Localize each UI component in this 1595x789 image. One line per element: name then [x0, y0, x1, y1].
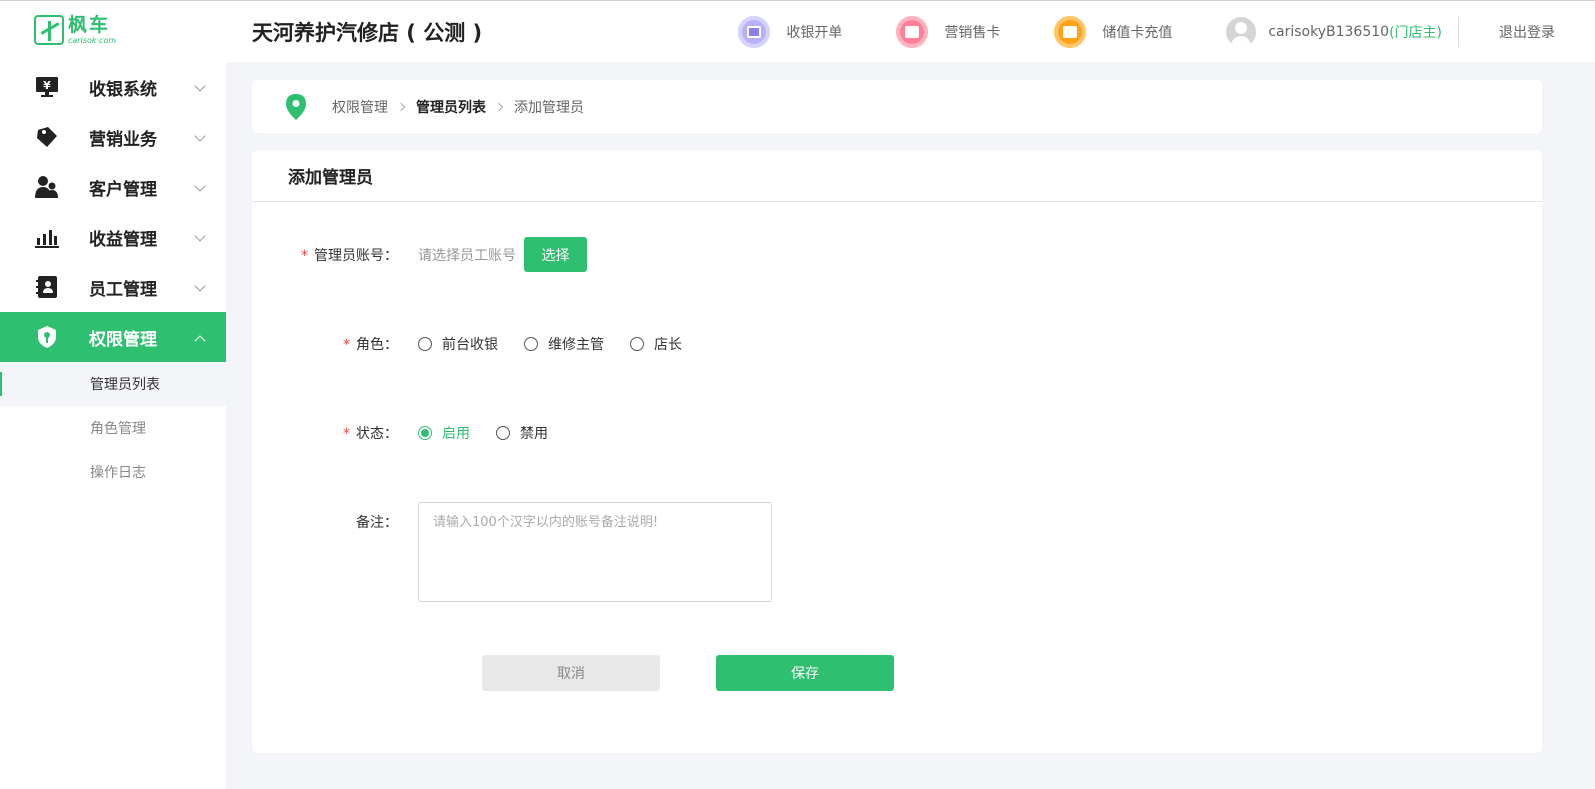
required-mark: *: [343, 337, 350, 353]
breadcrumb-permissions[interactable]: 权限管理: [332, 97, 388, 117]
status-radio-group: 启用 禁用: [418, 423, 574, 443]
svg-text:¥: ¥: [43, 79, 51, 92]
remark-row: 备注： 请输入100个汉字以内的账号备注说明!: [252, 502, 772, 602]
sidebar-item-customers[interactable]: 客户管理: [0, 162, 226, 212]
radio-circle-icon: [418, 337, 432, 351]
location-pin-icon: [286, 93, 306, 120]
breadcrumb-admin-list[interactable]: 管理员列表: [416, 97, 486, 117]
chevron-right-icon: [396, 102, 406, 111]
account-placeholder[interactable]: 请选择员工账号: [418, 245, 516, 265]
bar-chart-icon: [35, 226, 59, 248]
chevron-down-icon: [194, 80, 206, 92]
radio-circle-icon: [496, 426, 510, 440]
choose-account-button[interactable]: 选择: [524, 237, 587, 272]
sidebar: ¥ 收银系统 营销业务 客户管理 收益管理 员工管理 权限管理 管理员列表 角色…: [0, 62, 226, 789]
breadcrumb-add-admin: 添加管理员: [514, 99, 584, 116]
role-radio-repair-supervisor[interactable]: 维修主管: [524, 334, 604, 354]
status-row: * 状态： 启用 禁用: [252, 423, 574, 443]
form-title: 添加管理员: [252, 150, 1542, 202]
chevron-down-icon: [194, 280, 206, 292]
sidebar-item-staff[interactable]: 员工管理: [0, 262, 226, 312]
cashier-monitor-icon: ¥: [35, 76, 59, 98]
user-name: carisokyB136510: [1268, 23, 1390, 40]
role-radio-cashier[interactable]: 前台收银: [418, 334, 498, 354]
store-title: 天河养护汽修店 ( 公测 ): [252, 21, 483, 45]
chevron-down-icon: [194, 230, 206, 242]
cashier-order-icon: [738, 15, 771, 48]
chevron-up-icon: [194, 335, 206, 347]
sell-card-button[interactable]: 营销售卡: [896, 15, 1000, 48]
top-header: 枫车 carisok·com 天河养护汽修店 ( 公测 ) 收银开单 营销售卡 …: [0, 1, 1595, 62]
sidebar-item-marketing[interactable]: 营销业务: [0, 112, 226, 162]
status-label: 状态：: [356, 426, 398, 442]
header-actions: 收银开单 营销售卡 储值卡充值 carisokyB136510 (门店主) 退出…: [738, 1, 1595, 62]
sidebar-item-cashier[interactable]: ¥ 收银系统: [0, 62, 226, 112]
brand-name: 枫车: [68, 13, 111, 36]
radio-circle-icon: [630, 337, 644, 351]
status-radio-enabled[interactable]: 启用: [418, 423, 470, 443]
radio-checked-icon: [418, 426, 432, 440]
sidebar-item-permissions[interactable]: 权限管理: [0, 312, 226, 362]
account-row: * 管理员账号： 请选择员工账号 选择: [252, 237, 587, 272]
required-mark: *: [301, 247, 308, 264]
save-button[interactable]: 保存: [716, 655, 894, 691]
cashier-order-button[interactable]: 收银开单: [738, 15, 842, 48]
customers-icon: [35, 176, 59, 198]
chevron-right-icon: [494, 102, 504, 111]
user-profile[interactable]: carisokyB136510 (门店主): [1226, 16, 1442, 47]
sidebar-subitem-role-management[interactable]: 角色管理: [0, 406, 226, 450]
header-divider: [1458, 16, 1459, 47]
role-row: * 角色： 前台收银 维修主管 店长: [252, 334, 708, 354]
recharge-card-icon: [1054, 15, 1087, 48]
shield-key-icon: [35, 326, 59, 348]
required-mark: *: [343, 426, 350, 442]
role-radio-group: 前台收银 维修主管 店长: [418, 334, 708, 354]
remark-textarea[interactable]: 请输入100个汉字以内的账号备注说明!: [418, 502, 772, 602]
role-label: 角色：: [356, 337, 398, 353]
role-radio-store-manager[interactable]: 店长: [630, 334, 682, 354]
logout-button[interactable]: 退出登录: [1499, 22, 1555, 42]
avatar-icon: [1226, 16, 1257, 47]
account-label: 管理员账号：: [314, 247, 398, 264]
add-admin-form: 添加管理员 * 管理员账号： 请选择员工账号 选择 * 角色： 前台收银 维修主管 …: [252, 150, 1542, 753]
recharge-card-button[interactable]: 储值卡充值: [1054, 15, 1172, 48]
remark-label: 备注：: [356, 515, 398, 531]
tag-icon: [35, 126, 59, 148]
sidebar-subitem-admin-list[interactable]: 管理员列表: [0, 362, 226, 406]
radio-circle-icon: [524, 337, 538, 351]
sidebar-item-revenue[interactable]: 收益管理: [0, 212, 226, 262]
windmill-logo-icon: [34, 15, 64, 45]
brand-logo[interactable]: 枫车 carisok·com: [34, 15, 116, 45]
breadcrumb: 权限管理 管理员列表 添加管理员: [252, 80, 1542, 133]
brand-domain: carisok·com: [68, 35, 117, 45]
chevron-down-icon: [194, 180, 206, 192]
sell-card-icon: [896, 15, 929, 48]
chevron-down-icon: [194, 130, 206, 142]
user-role: (门店主): [1389, 24, 1442, 41]
sidebar-subitem-operation-log[interactable]: 操作日志: [0, 450, 226, 494]
status-radio-disabled[interactable]: 禁用: [496, 423, 548, 443]
cancel-button[interactable]: 取消: [482, 655, 660, 691]
staff-book-icon: [35, 276, 59, 298]
